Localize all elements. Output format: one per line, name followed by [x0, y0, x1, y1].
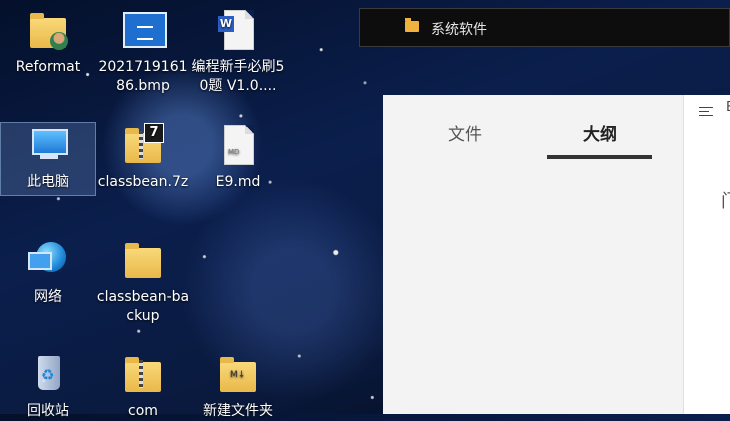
- user-icon: [50, 32, 68, 50]
- recycle-bin-icon: [26, 352, 70, 396]
- desktop-icon-bmp-file[interactable]: 2021719161 86.bmp: [96, 8, 190, 96]
- window-title-bar[interactable]: 系统软件: [359, 8, 730, 47]
- computer-icon: [26, 123, 70, 167]
- desktop-icon-label: classbean-backup: [96, 289, 190, 324]
- active-tab-indicator: [547, 155, 652, 159]
- network-icon: [26, 238, 70, 282]
- desktop-icon-md-file[interactable]: MD E9.md: [191, 123, 285, 192]
- archive-icon: [121, 352, 165, 396]
- image-file-icon: [121, 8, 167, 52]
- desktop-icon-label: Reformat: [15, 59, 81, 75]
- desktop-icon-7z-archive[interactable]: 7 classbean.7z: [96, 123, 190, 192]
- desktop-icon-label: 编程新手必刷50题 V1.0....: [191, 59, 285, 94]
- word-document-icon: W: [216, 8, 260, 52]
- desktop-icon-network[interactable]: 网络: [1, 238, 95, 307]
- desktop-icon-label: classbean.7z: [97, 174, 189, 190]
- editor-pane[interactable]: E 门: [683, 95, 730, 414]
- desktop-icon-recycle-bin[interactable]: 回收站: [1, 352, 95, 421]
- desktop-icon-reformat[interactable]: Reformat: [1, 8, 95, 77]
- desktop-icon-label: 2021719161 86.bmp: [98, 59, 188, 94]
- desktop-icon-new-folder[interactable]: M↓ 新建文件夹: [191, 352, 285, 421]
- desktop-icon-classbean-backup[interactable]: classbean-backup: [96, 238, 190, 326]
- desktop-icon-com[interactable]: com: [96, 352, 190, 421]
- markdown-file-icon: MD: [216, 123, 260, 167]
- desktop-icon-word-doc[interactable]: W 编程新手必刷50题 V1.0....: [191, 8, 285, 96]
- desktop-icon-this-pc[interactable]: 此电脑: [0, 122, 96, 196]
- desktop-icon-label: com: [128, 403, 158, 419]
- editor-header-text: E: [726, 100, 730, 115]
- window-title: 系统软件: [431, 22, 487, 38]
- desktop-icon-label: E9.md: [215, 174, 261, 190]
- desktop-icon-label: 此电脑: [27, 174, 69, 190]
- desktop-icon-label: 网络: [34, 289, 62, 305]
- editor-content-text: 门: [721, 187, 730, 213]
- folder-icon: M↓: [216, 352, 260, 396]
- folder-icon: [405, 18, 419, 32]
- desktop-icon-label: 回收站: [27, 403, 69, 419]
- folder-icon: [121, 238, 165, 282]
- archive-icon: 7: [121, 123, 165, 167]
- outline-menu-icon[interactable]: [699, 107, 713, 119]
- tab-outline[interactable]: 大纲: [583, 120, 617, 145]
- sidebar-panel: 文件 大纲: [383, 95, 683, 414]
- tab-files[interactable]: 文件: [448, 120, 482, 145]
- desktop-icon-label: 新建文件夹: [203, 403, 273, 419]
- folder-icon: [26, 8, 70, 52]
